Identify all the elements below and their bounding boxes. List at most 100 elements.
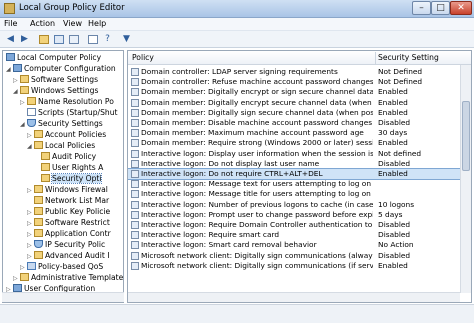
list-vertical-scrollbar[interactable] [460,65,471,293]
table-row[interactable]: Interactive logon: Number of previous lo… [128,200,460,210]
minimize-button[interactable]: – [412,1,431,15]
toolbar: ◀ ▶ ? ▼ [0,31,474,48]
expander-expand-icon[interactable]: ▷ [27,185,34,196]
policy-editor-app-icon [4,3,15,14]
tree-item-name-resolution-policy[interactable]: ▷ Name Resolution Po [20,96,114,107]
menu-bar: File Action View Help [0,18,474,31]
table-row[interactable]: Domain controller: LDAP server signing r… [128,67,460,77]
properties-icon[interactable] [86,33,99,45]
folder-icon [27,97,36,105]
table-row[interactable]: Interactive logon: Do not display last u… [128,159,460,169]
back-arrow-icon[interactable]: ◀ [4,33,17,45]
menu-file[interactable]: File [4,19,17,28]
tree-item-security-options[interactable]: Security Opti [41,173,103,184]
up-folder-icon[interactable] [37,33,50,45]
list-horizontal-scrollbar[interactable] [128,292,460,302]
tree-item-policy-based-qos[interactable]: ▷ Policy-based QoS [20,261,103,272]
table-row[interactable]: Microsoft network client: Digitally sign… [128,261,460,271]
table-row[interactable]: Domain member: Maximum machine account p… [128,128,460,138]
tree-item-scripts[interactable]: Scripts (Startup/Shut [20,107,118,118]
security-setting-value: Disabled [378,158,411,168]
policy-name: Domain member: Digitally sign secure cha… [141,107,373,117]
policy-setting-icon [131,261,139,270]
table-row[interactable]: Interactive logon: Message text for user… [128,179,460,189]
tree-item-windows-settings[interactable]: ◢ Windows Settings [13,85,98,96]
scrollbar-thumb[interactable] [462,101,470,171]
table-row[interactable]: Domain member: Require strong (Windows 2… [128,138,460,148]
security-setting-value: Not defined [378,148,422,158]
title-bar[interactable]: Local Group Policy Editor – □ ✕ [0,0,474,18]
column-header-security-setting[interactable]: Security Setting [378,53,439,62]
help-icon[interactable]: ? [101,33,114,45]
policy-name: Interactive logon: Do not require CTRL+A… [141,169,323,178]
tree-item-user-rights-assignment[interactable]: User Rights A [41,162,103,173]
tree-item-application-control[interactable]: ▷ Application Contr [27,228,111,239]
policy-list[interactable]: Policy Security Setting Domain controlle… [127,50,472,303]
close-button[interactable]: ✕ [450,1,472,15]
policy-name: Interactive logon: Require Domain Contro… [141,220,373,229]
menu-view[interactable]: View [63,19,82,28]
forward-arrow-icon[interactable]: ▶ [18,33,31,45]
tree-item-local-policies[interactable]: ◢ Local Policies [27,140,95,151]
tree-item-windows-firewall[interactable]: ▷ Windows Firewal [27,184,108,195]
tree-item-audit-policy[interactable]: Audit Policy [41,151,96,162]
table-row[interactable]: Domain member: Disable machine account p… [128,118,460,128]
policy-setting-icon [131,78,139,87]
policy-setting-icon [131,190,139,199]
tree-item-computer-configuration[interactable]: ◢ Computer Configuration [6,63,116,74]
security-setting-value: Enabled [378,138,408,148]
policy-name: Domain member: Maximum machine account p… [141,128,364,138]
policy-name: Domain member: Require strong (Windows 2… [141,138,373,148]
table-row[interactable]: Interactive logon: Display user informat… [128,149,460,159]
computer-icon [6,53,15,61]
tree-item-advanced-audit[interactable]: ▷ Advanced Audit I [27,250,110,261]
menu-help[interactable]: Help [88,19,106,28]
policy-setting-icon [131,200,139,209]
table-row[interactable]: Interactive logon: Require smart card Dis… [128,230,460,240]
maximize-button[interactable]: □ [431,1,450,15]
show-hide-tree-icon[interactable] [52,33,65,45]
tree-item-network-list-manager[interactable]: Network List Mar [34,195,109,206]
security-setting-value: Enabled [378,169,408,178]
table-row[interactable]: Domain member: Digitally encrypt or sign… [128,87,460,97]
tree-item-local-computer-policy[interactable]: Local Computer Policy [6,52,101,63]
export-list-icon[interactable] [67,33,80,45]
folder-icon [34,207,43,215]
policy-name: Interactive logon: Message text for user… [141,179,372,189]
column-divider[interactable] [375,52,376,64]
expander-collapse-icon[interactable]: ◢ [20,119,27,130]
tree-item-account-policies[interactable]: ▷ Account Policies [27,129,106,140]
security-setting-value: Disabled [378,250,411,260]
tree-item-ip-security-policies[interactable]: ▷ IP Security Polic [27,239,105,250]
tree-item-software-settings[interactable]: ▷ Software Settings [13,74,98,85]
policy-name: Interactive logon: Number of previous lo… [141,199,373,209]
tree-item-software-restriction[interactable]: ▷ Software Restrict [27,217,110,228]
table-row[interactable]: Interactive logon: Require Domain Contro… [128,220,460,230]
tree-item-administrative-templates[interactable]: ▷ Administrative Template [13,272,123,283]
expander-collapse-icon[interactable]: ◢ [27,141,34,152]
table-row[interactable]: Domain member: Digitally sign secure cha… [128,108,460,118]
table-row[interactable]: Domain controller: Refuse machine accoun… [128,77,460,87]
policy-setting-icon [131,129,139,138]
column-header-policy[interactable]: Policy [132,53,154,62]
menu-action[interactable]: Action [30,19,55,28]
tree-item-security-settings[interactable]: ◢ Security Settings [20,118,103,129]
tree-item-public-key-policies[interactable]: ▷ Public Key Policie [27,206,110,217]
console-tree[interactable]: Local Computer Policy ◢ Computer Configur… [2,50,124,303]
expander-collapse-icon[interactable]: ◢ [13,86,20,97]
table-row[interactable]: Interactive logon: Message title for use… [128,189,460,199]
table-row[interactable]: Interactive logon: Smart card removal be… [128,240,460,250]
policy-name: Microsoft network client: Digitally sign… [141,250,373,260]
table-row[interactable]: Interactive logon: Do not require CTRL+A… [128,167,461,181]
table-row[interactable]: Microsoft network client: Digitally sign… [128,251,460,261]
list-header: Policy Security Setting [128,51,471,65]
window-title: Local Group Policy Editor [19,3,125,13]
filter-icon[interactable]: ▼ [120,33,133,45]
expander-collapse-icon[interactable]: ◢ [6,64,13,75]
security-setting-value: Disabled [378,230,411,240]
table-row[interactable]: Domain member: Digitally encrypt secure … [128,98,460,108]
security-setting-value: 10 logons [378,199,415,209]
tree-horizontal-scrollbar[interactable] [2,292,124,302]
table-row[interactable]: Interactive logon: Prompt user to change… [128,210,460,220]
policy-name: Interactive logon: Require smart card [141,230,280,240]
